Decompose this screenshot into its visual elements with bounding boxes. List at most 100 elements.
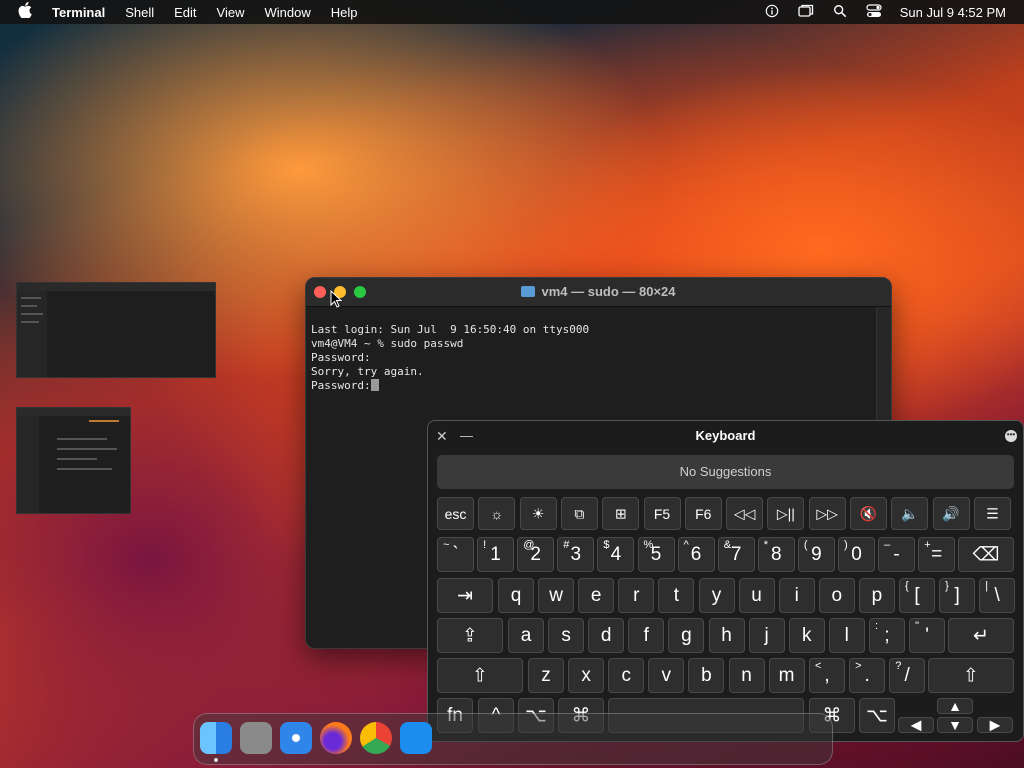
menu-icon[interactable]: ☰ bbox=[973, 497, 1011, 530]
tab-key[interactable]: ⇥ bbox=[437, 578, 493, 613]
control-center-icon[interactable] bbox=[866, 3, 882, 21]
more-options-icon[interactable]: ••• bbox=[1005, 430, 1017, 442]
safari-icon[interactable] bbox=[280, 722, 312, 754]
key-x[interactable]: x bbox=[568, 658, 605, 693]
key-8[interactable]: * 8 bbox=[757, 537, 795, 572]
key-g[interactable]: g bbox=[668, 618, 705, 653]
bracket-key[interactable]: }] bbox=[939, 578, 976, 613]
arrow-down-key[interactable]: ▼ bbox=[937, 717, 973, 733]
window-stack-icon[interactable] bbox=[798, 4, 814, 21]
return-key[interactable]: ↵ bbox=[948, 618, 1014, 653]
key-r[interactable]: r bbox=[618, 578, 655, 613]
accessibility-icon[interactable] bbox=[764, 4, 780, 21]
key-z[interactable]: z bbox=[528, 658, 564, 693]
punct-key[interactable]: :; bbox=[869, 618, 905, 653]
menu-app-name[interactable]: Terminal bbox=[52, 5, 105, 20]
menu-edit[interactable]: Edit bbox=[174, 5, 196, 20]
key-k[interactable]: k bbox=[788, 618, 825, 653]
key-j[interactable]: j bbox=[748, 618, 785, 653]
f6-key[interactable]: F6 bbox=[684, 497, 722, 530]
key-1[interactable]: ! 1 bbox=[477, 537, 515, 572]
key-e[interactable]: e bbox=[578, 578, 615, 613]
launchpad-icon[interactable] bbox=[240, 722, 272, 754]
fast-forward-icon[interactable]: ▷▷ bbox=[808, 497, 846, 530]
key-2[interactable]: @2 bbox=[517, 537, 555, 572]
menu-shell[interactable]: Shell bbox=[125, 5, 154, 20]
key-4[interactable]: $4 bbox=[597, 537, 635, 572]
rewind-icon[interactable]: ◁◁ bbox=[726, 497, 764, 530]
arrow-up-key[interactable]: ▲ bbox=[937, 698, 973, 714]
key-11[interactable]: – - bbox=[878, 537, 916, 572]
menu-window[interactable]: Window bbox=[265, 5, 311, 20]
keyboard-titlebar[interactable]: ✕ — Keyboard ••• bbox=[428, 421, 1023, 451]
key-h[interactable]: h bbox=[708, 618, 745, 653]
chrome-icon[interactable] bbox=[360, 722, 392, 754]
brightness-down-icon[interactable]: ☼ bbox=[478, 497, 516, 530]
f5-key[interactable]: F5 bbox=[643, 497, 681, 530]
desktop-window-thumbnail[interactable] bbox=[16, 282, 216, 378]
mission-control-icon[interactable]: ⧉ bbox=[560, 497, 598, 530]
key-w[interactable]: w bbox=[538, 578, 575, 613]
esc-key[interactable]: esc bbox=[437, 497, 474, 530]
key-6[interactable]: ^ 6 bbox=[677, 537, 715, 572]
caps-lock-key[interactable]: ⇪ bbox=[437, 618, 503, 653]
key-12[interactable]: + = bbox=[918, 537, 956, 572]
mute-icon[interactable]: 🔇 bbox=[850, 497, 887, 530]
desktop-window-thumbnail[interactable] bbox=[16, 407, 131, 514]
key-v[interactable]: v bbox=[648, 658, 685, 693]
key-d[interactable]: d bbox=[588, 618, 625, 653]
key-a[interactable]: a bbox=[508, 618, 544, 653]
brightness-up-icon[interactable]: ☀ bbox=[519, 497, 557, 530]
key-q[interactable]: q bbox=[498, 578, 534, 613]
menubar-clock[interactable]: Sun Jul 9 4:52 PM bbox=[900, 5, 1006, 20]
key-10[interactable]: ) 0 bbox=[838, 537, 875, 572]
bracket-key[interactable]: | \ bbox=[979, 578, 1016, 613]
key-0[interactable]: ~ ` bbox=[437, 537, 474, 572]
arrow-left-key[interactable]: ◀ bbox=[898, 717, 934, 733]
firefox-icon[interactable] bbox=[320, 722, 352, 754]
punct-key[interactable]: >. bbox=[849, 658, 886, 693]
play-pause-icon[interactable]: ▷|| bbox=[767, 497, 805, 530]
key-t[interactable]: t bbox=[658, 578, 695, 613]
spotlight-search-icon[interactable] bbox=[832, 4, 848, 21]
key-f[interactable]: f bbox=[628, 618, 665, 653]
terminal-titlebar[interactable]: vm4 — sudo — 80×24 bbox=[306, 278, 891, 307]
bracket-key[interactable]: {[ bbox=[899, 578, 935, 613]
key-u[interactable]: u bbox=[738, 578, 775, 613]
arrow-right-key[interactable]: ▶ bbox=[977, 717, 1013, 733]
key-9[interactable]: (9 bbox=[797, 537, 835, 572]
key-c[interactable]: c bbox=[608, 658, 645, 693]
minimize-icon[interactable]: — bbox=[460, 421, 473, 451]
close-icon[interactable]: ✕ bbox=[436, 421, 448, 451]
key-o[interactable]: o bbox=[818, 578, 855, 613]
key-7[interactable]: & 7 bbox=[717, 537, 755, 572]
key-5[interactable]: % 5 bbox=[637, 537, 675, 572]
left-shift-key[interactable]: ⇧ bbox=[437, 658, 523, 693]
volume-up-icon[interactable]: 🔊 bbox=[932, 497, 970, 530]
key-s[interactable]: s bbox=[548, 618, 585, 653]
key-y[interactable]: y bbox=[698, 578, 735, 613]
key-n[interactable]: n bbox=[728, 658, 765, 693]
zoom-window-button[interactable] bbox=[354, 286, 366, 298]
close-window-button[interactable] bbox=[314, 286, 326, 298]
menu-view[interactable]: View bbox=[217, 5, 245, 20]
finder-icon[interactable] bbox=[200, 722, 232, 754]
right-shift-key[interactable]: ⇧ bbox=[928, 658, 1014, 693]
apple-menu-icon[interactable] bbox=[18, 2, 36, 22]
right-option-key[interactable]: ⌥ bbox=[859, 698, 895, 733]
app-store-icon[interactable] bbox=[400, 722, 432, 754]
launchpad-icon[interactable]: ⊞ bbox=[602, 497, 640, 530]
key-m[interactable]: m bbox=[768, 658, 805, 693]
menu-help[interactable]: Help bbox=[331, 5, 358, 20]
volume-down-icon[interactable]: 🔈 bbox=[891, 497, 929, 530]
key-l[interactable]: l bbox=[828, 618, 865, 653]
delete-key[interactable]: ⌫ bbox=[958, 537, 1014, 572]
key-p[interactable]: p bbox=[858, 578, 895, 613]
punct-key[interactable]: ? / bbox=[889, 658, 926, 693]
punct-key[interactable]: <, bbox=[809, 658, 845, 693]
keyboard-viewer[interactable]: ✕ — Keyboard ••• No Suggestions esc ☼ ☀ ⧉ ⊞ F… bbox=[427, 420, 1024, 742]
key-3[interactable]: #3 bbox=[557, 537, 595, 572]
punct-key[interactable]: " ' bbox=[909, 618, 946, 653]
key-b[interactable]: b bbox=[688, 658, 725, 693]
key-i[interactable]: i bbox=[778, 578, 815, 613]
